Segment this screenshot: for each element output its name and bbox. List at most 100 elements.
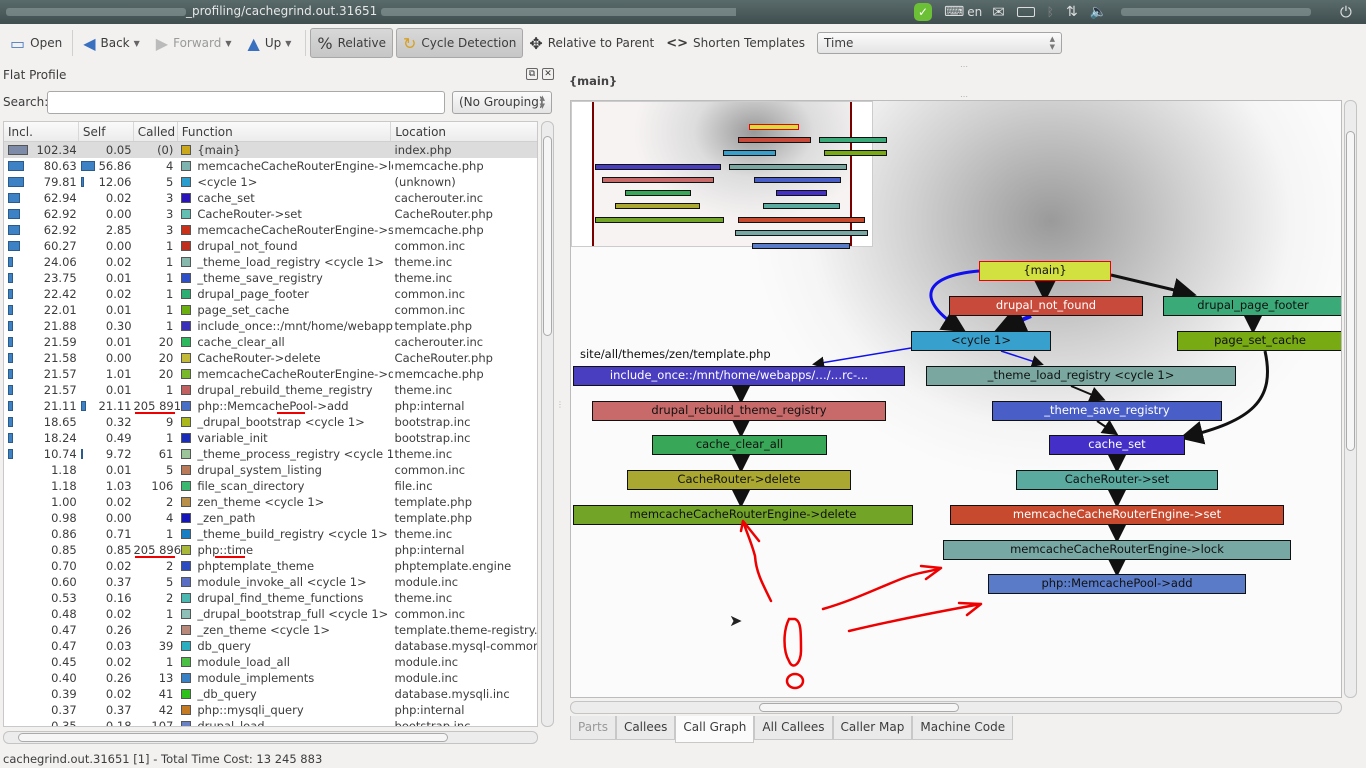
graph-node-cacherouter-delete[interactable]: CacheRouter->delete [627,470,851,490]
table-row[interactable]: 21.11 21.11 205 891 php::MemcachePool->add p… [4,398,537,414]
volume-icon[interactable]: 🔈 [1090,4,1107,20]
scrollbar-thumb[interactable] [759,703,959,712]
scrollbar-thumb[interactable] [18,733,448,742]
graph-node-theme-save-registry[interactable]: _theme_save_registry [992,401,1222,421]
tab-machine-code[interactable]: Machine Code [912,716,1014,740]
table-row[interactable]: 0.60 0.37 5 module_invoke_all <cycle 1> modu… [4,574,537,590]
table-row[interactable]: 0.39 0.02 41 _db_query database.mysqli.inc [4,686,537,702]
graph-node-memcachepool-add[interactable]: php::MemcachePool->add [988,574,1246,594]
table-vertical-scrollbar[interactable] [541,121,554,727]
table-row[interactable]: 0.47 0.26 2 _zen_theme <cycle 1> template.th… [4,622,537,638]
grouping-select[interactable]: (No Grouping) ▲ ▼ [452,91,552,114]
power-icon[interactable]: ⏻ [1340,2,1352,22]
panel-splitter[interactable]: ⋯ [960,62,968,71]
table-row[interactable]: 79.81 12.06 5 <cycle 1> (unknown) [4,174,537,190]
graph-overview-minimap[interactable] [571,101,888,249]
table-row[interactable]: 21.88 0.30 1 include_once::/mnt/home/webapp… [4,318,537,334]
table-row[interactable]: 0.37 0.37 42 php::mysqli_query php:internal [4,702,537,718]
search-input[interactable] [47,91,445,114]
graph-node-cache-clear-all[interactable]: cache_clear_all [652,435,827,455]
graph-node-engine-set[interactable]: memcacheCacheRouterEngine->set [950,505,1284,525]
scrollbar-thumb[interactable] [543,136,552,336]
table-row[interactable]: 21.57 1.01 20 memcacheCacheRouterEngine->de… [4,366,537,382]
open-button[interactable]: ▭ Open [4,28,68,58]
table-row[interactable]: 21.57 0.01 1 drupal_rebuild_theme_registry t… [4,382,537,398]
panel-splitter[interactable]: ⋯ [960,92,968,101]
column-header-self[interactable]: Self [79,122,134,141]
relative-to-parent-toggle[interactable]: ✥ Relative to Parent [523,28,660,58]
column-header-incl[interactable]: Incl. [4,122,79,141]
graph-node-engine-lock[interactable]: memcacheCacheRouterEngine->lock [943,540,1291,560]
back-button[interactable]: ◀ Back [77,28,135,58]
graph-node-drupal-not-found[interactable]: drupal_not_found [949,296,1143,316]
table-row[interactable]: 1.00 0.02 2 zen_theme <cycle 1> template.php [4,494,537,510]
table-horizontal-scrollbar[interactable] [3,731,538,744]
graph-node-include-once[interactable]: include_once::/mnt/home/webapps/…/…rc-..… [573,366,905,386]
scrollbar-thumb[interactable] [1346,131,1355,451]
table-row[interactable]: 1.18 1.03 106 file_scan_directory file.inc [4,478,537,494]
table-row[interactable]: 0.98 0.00 4 _zen_path template.php [4,510,537,526]
graph-node-cache-set[interactable]: cache_set [1049,435,1185,455]
table-row[interactable]: 22.01 0.01 1 page_set_cache common.inc [4,302,537,318]
graph-node-engine-delete[interactable]: memcacheCacheRouterEngine->delete [573,505,913,525]
tab-call-graph[interactable]: Call Graph [675,716,755,743]
table-row[interactable]: 22.42 0.02 1 drupal_page_footer common.inc [4,286,537,302]
table-row[interactable]: 0.40 0.26 13 module_implements module.inc [4,670,537,686]
forward-button[interactable]: ▶ Forward [150,28,228,58]
minimap-viewport[interactable] [592,102,888,249]
table-row[interactable]: 18.24 0.49 1 variable_init bootstrap.inc [4,430,537,446]
close-panel-icon[interactable]: ✕ [542,68,554,80]
forward-history-dropdown[interactable]: ▼ [225,39,231,48]
table-row[interactable]: 0.53 0.16 2 drupal_find_theme_functions them… [4,590,537,606]
table-row[interactable]: 21.58 0.00 20 CacheRouter->delete CacheRoute… [4,350,537,366]
table-row[interactable]: 0.35 0.18 107 drupal_load bootstrap.inc [4,718,537,726]
relative-toggle[interactable]: % Relative [310,28,394,58]
table-row[interactable]: 0.85 0.85 205 896 php::time php:internal [4,542,537,558]
table-row[interactable]: 62.92 0.00 3 CacheRouter->set CacheRouter.ph… [4,206,537,222]
network-icon[interactable]: ⇅ [1066,4,1078,20]
shorten-templates-toggle[interactable]: <> Shorten Templates [660,28,811,58]
table-row[interactable]: 60.27 0.00 1 drupal_not_found common.inc [4,238,537,254]
table-row[interactable]: 102.34 0.05 (0) {main} index.php [4,142,537,158]
table-row[interactable]: 18.65 0.32 9 _drupal_bootstrap <cycle 1> boo… [4,414,537,430]
call-graph-canvas[interactable]: site/all/themes/zen/template.php {main} d… [570,100,1342,698]
table-row[interactable]: 21.59 0.01 20 cache_clear_all cacherouter.in… [4,334,537,350]
graph-node-drupal-page-footer[interactable]: drupal_page_footer [1163,296,1341,316]
battery-icon[interactable] [1016,7,1035,17]
float-panel-icon[interactable]: ⧉ [526,68,538,80]
up-dropdown[interactable]: ▼ [285,39,291,48]
table-row[interactable]: 0.45 0.02 1 module_load_all module.inc [4,654,537,670]
event-type-select[interactable]: Time ▲ ▼ [817,32,1063,54]
table-row[interactable]: 0.70 0.02 2 phptemplate_theme phptemplate.en… [4,558,537,574]
column-header-location[interactable]: Location [391,122,537,141]
bluetooth-icon[interactable]: ᛒ [1047,5,1054,19]
tab-callees[interactable]: Callees [615,716,676,740]
tab-caller-map[interactable]: Caller Map [832,716,913,740]
graph-node-theme-load-registry[interactable]: _theme_load_registry <cycle 1> [926,366,1236,386]
graph-node-cycle1[interactable]: <cycle 1> [911,331,1051,351]
graph-node-drupal-rebuild-theme-registry[interactable]: drupal_rebuild_theme_registry [592,401,886,421]
tab-parts[interactable]: Parts [570,716,616,740]
keyboard-icon[interactable]: ⌨ [944,4,964,20]
tab-all-callees[interactable]: All Callees [754,716,833,740]
table-row[interactable]: 0.47 0.03 39 db_query database.mysql-common.… [4,638,537,654]
up-button[interactable]: ▲ Up [242,28,288,58]
table-row[interactable]: 23.75 0.01 1 _theme_save_registry theme.inc [4,270,537,286]
graph-horizontal-scrollbar[interactable] [570,701,1342,714]
table-row[interactable]: 62.92 2.85 3 memcacheCacheRouterEngine->set… [4,222,537,238]
table-row[interactable]: 62.94 0.02 3 cache_set cacherouter.inc [4,190,537,206]
mail-icon[interactable]: ✉ [992,3,1005,21]
graph-node-cacherouter-set[interactable]: CacheRouter->set [1016,470,1218,490]
graph-node-main[interactable]: {main} [979,261,1111,281]
column-header-function[interactable]: Function [178,122,392,141]
graph-vertical-scrollbar[interactable] [1344,100,1357,698]
cycle-detection-toggle[interactable]: ↻ Cycle Detection [396,28,524,58]
column-header-called[interactable]: Called [134,122,178,141]
table-row[interactable]: 10.74 9.72 61 _theme_process_registry <cycl… [4,446,537,462]
back-history-dropdown[interactable]: ▼ [134,39,140,48]
table-row[interactable]: 80.63 56.86 4 memcacheCacheRouterEngine->lo… [4,158,537,174]
graph-node-page-set-cache[interactable]: page_set_cache [1177,331,1341,351]
status-check-icon[interactable]: ✓ [914,3,932,21]
keyboard-layout-label[interactable]: en [967,5,982,19]
table-row[interactable]: 0.48 0.02 1 _drupal_bootstrap_full <cycle 1… [4,606,537,622]
